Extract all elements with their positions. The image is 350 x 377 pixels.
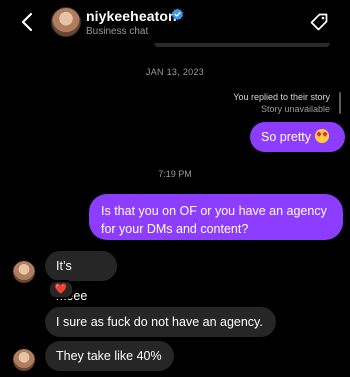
story-reply-bar: [339, 92, 341, 114]
message-bubble-received[interactable]: It’s meee: [45, 251, 117, 303]
profile-avatar[interactable]: [51, 7, 81, 37]
heart-eyes-emoji-icon: [315, 129, 330, 143]
story-reply-note: You replied to their story Story unavail…: [233, 91, 330, 115]
message-bubble-sent[interactable]: So pretty: [250, 122, 345, 152]
verified-badge-icon: [171, 8, 184, 21]
message-text: They take like 40%: [56, 349, 162, 363]
date-separator: JAN 13, 2023: [145, 67, 205, 77]
story-reply-label: You replied to their story: [233, 92, 330, 102]
heart-reaction-icon[interactable]: ❤️: [48, 280, 74, 299]
chat-type-label: Business chat: [86, 26, 149, 37]
tag-icon[interactable]: [309, 12, 329, 32]
back-arrow-icon[interactable]: [18, 10, 38, 34]
sender-avatar[interactable]: [13, 349, 35, 371]
message-text: I sure as fuck do not have an agency.: [56, 315, 263, 329]
message-bubble-sent[interactable]: Is that you on OF or you have an agency …: [89, 194, 343, 240]
story-unavailable-label: Story unavailable: [260, 104, 330, 114]
chat-header: niykeeheaton Business chat: [0, 0, 350, 47]
message-bubble-received[interactable]: I sure as fuck do not have an agency.: [45, 307, 276, 337]
message-bubble-received[interactable]: They take like 40%: [45, 341, 174, 371]
profile-username[interactable]: niykeeheaton: [86, 8, 177, 24]
message-text: Is that you on OF or you have an agency …: [101, 204, 327, 236]
previous-message-edge: [154, 43, 330, 47]
time-separator: 7:19 PM: [158, 169, 192, 179]
sender-avatar[interactable]: [13, 261, 35, 283]
message-text: So pretty: [261, 130, 312, 144]
